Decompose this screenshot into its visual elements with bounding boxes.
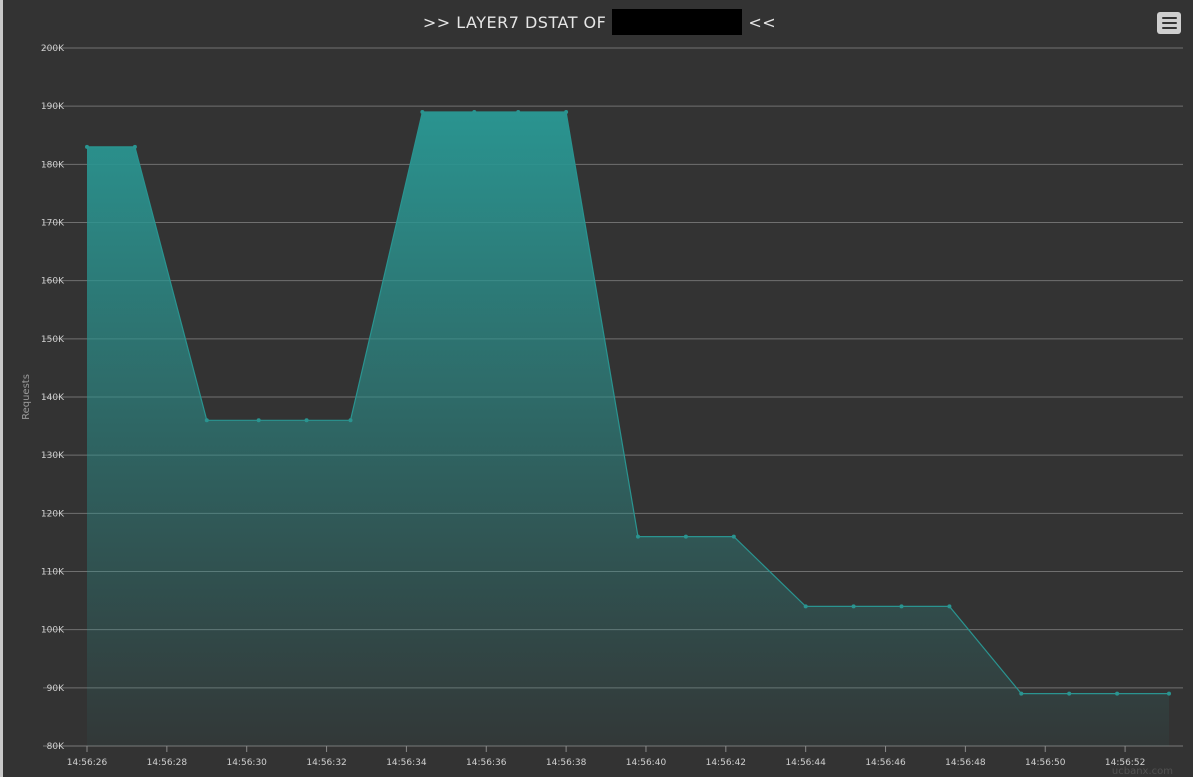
data-point[interactable]: [803, 604, 808, 609]
data-point[interactable]: [947, 604, 952, 609]
data-point[interactable]: [1067, 691, 1072, 696]
data-point[interactable]: [683, 534, 688, 539]
series-fill: [87, 112, 1169, 746]
x-tick-label: 14:56:46: [865, 758, 906, 768]
data-point[interactable]: [472, 109, 477, 114]
y-tick-label: 150K: [41, 335, 65, 345]
data-point[interactable]: [256, 418, 261, 423]
x-tick-label: 14:56:48: [945, 758, 986, 768]
data-point[interactable]: [564, 109, 569, 114]
y-axis-ticks: 80K 90K 100K 110K 120K 130K 140K 150K 160K 170K 18…: [41, 44, 65, 752]
y-tick-label: 80K: [47, 742, 65, 752]
y-tick-label: 100K: [41, 626, 65, 636]
x-tick-label: 14:56:40: [626, 758, 667, 768]
y-tick-label: 170K: [41, 219, 65, 229]
x-tick-label: 14:56:36: [466, 758, 507, 768]
data-point[interactable]: [851, 604, 856, 609]
chart-frame: >> LAYER7 DSTAT OF << 80K 90K 100K 110K 120K…: [0, 0, 1193, 777]
x-tick-label: 14:56:50: [1025, 758, 1066, 768]
x-tick-label: 14:56:34: [386, 758, 427, 768]
y-tick-label: 190K: [41, 102, 65, 112]
y-tick-label: 180K: [41, 160, 65, 170]
y-tick-label: 90K: [47, 684, 65, 694]
y-tick-label: 120K: [41, 509, 65, 519]
x-tick-label: 14:56:26: [67, 758, 108, 768]
chart-credits: ucbanx.com: [1111, 766, 1173, 777]
y-tick-label: 110K: [41, 568, 65, 578]
y-tick-label: 130K: [41, 451, 65, 461]
y-tick-label: 160K: [41, 277, 65, 287]
x-tick-label: 14:56:32: [306, 758, 346, 768]
x-tick-label: 14:56:30: [226, 758, 267, 768]
x-tick-label: 14:56:44: [785, 758, 826, 768]
series-area: [85, 109, 1172, 746]
data-point[interactable]: [1019, 691, 1024, 696]
x-tick-label: 14:56:38: [546, 758, 587, 768]
data-point[interactable]: [1115, 691, 1120, 696]
data-point[interactable]: [731, 534, 736, 539]
data-point[interactable]: [635, 534, 640, 539]
data-point[interactable]: [899, 604, 904, 609]
x-axis-ticks: 14:56:26 14:56:28 14:56:30 14:56:32 14:56:34…: [67, 746, 1145, 768]
data-point[interactable]: [85, 144, 89, 149]
y-tick-label: 200K: [41, 44, 65, 54]
chart-plot: 80K 90K 100K 110K 120K 130K 140K 150K 160K 170K 18…: [21, 44, 1183, 768]
data-point[interactable]: [132, 144, 137, 149]
data-point[interactable]: [516, 109, 521, 114]
data-point[interactable]: [420, 109, 425, 114]
data-point[interactable]: [204, 418, 209, 423]
data-point[interactable]: [1167, 691, 1172, 696]
x-tick-label: 14:56:42: [706, 758, 746, 768]
y-tick-label: 140K: [41, 393, 65, 403]
x-tick-label: 14:56:28: [147, 758, 188, 768]
data-point[interactable]: [304, 418, 309, 423]
y-axis-label: Requests: [21, 374, 32, 420]
data-point[interactable]: [348, 418, 353, 423]
